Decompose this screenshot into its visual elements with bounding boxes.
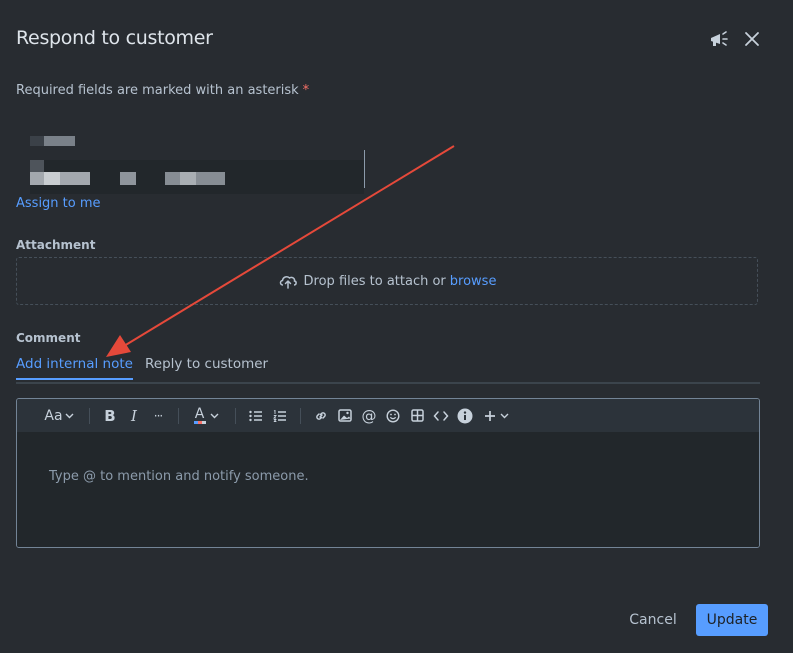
bullet-list-button[interactable]	[247, 399, 265, 432]
toolbar-divider	[178, 408, 179, 424]
required-asterisk: *	[302, 83, 310, 98]
megaphone-icon[interactable]	[708, 28, 730, 50]
code-snippet-button[interactable]	[431, 399, 451, 432]
link-icon	[316, 411, 326, 420]
redacted-pixel	[120, 172, 136, 185]
browse-link[interactable]: browse	[450, 274, 497, 289]
editor-placeholder: Type @ to mention and notify someone.	[49, 469, 309, 484]
table-icon	[410, 409, 424, 422]
info-panel-button[interactable]	[455, 399, 475, 432]
comment-tabs: Add internal note Reply to customer	[16, 356, 760, 384]
comment-label: Comment	[16, 331, 81, 345]
numbered-list-icon	[273, 409, 286, 422]
color-swatch	[193, 420, 206, 424]
text-color-icon: A	[193, 405, 206, 424]
plus-icon	[484, 410, 495, 421]
cloud-upload-icon	[278, 272, 298, 290]
chevron-down-icon	[210, 413, 218, 418]
close-icon[interactable]	[741, 28, 763, 50]
insert-more-dropdown[interactable]	[481, 399, 511, 432]
toolbar-divider	[235, 408, 236, 424]
field-border-edge	[364, 150, 365, 188]
comment-textarea[interactable]: Type @ to mention and notify someone.	[17, 433, 759, 547]
text-color-dropdown[interactable]: A	[191, 399, 221, 432]
annotation-arrow-head	[106, 335, 131, 357]
chevron-down-icon	[65, 413, 74, 418]
more-icon: ···	[153, 408, 164, 423]
info-icon	[457, 408, 473, 423]
assign-to-me-link[interactable]: Assign to me	[16, 196, 101, 211]
text-style-dropdown[interactable]: Aa	[43, 399, 75, 432]
dropzone-text: Drop files to attach or	[303, 273, 446, 289]
cancel-button[interactable]: Cancel	[618, 604, 688, 636]
bullet-list-icon	[249, 410, 262, 421]
tab-reply-to-customer[interactable]: Reply to customer	[145, 356, 268, 378]
toolbar-divider	[89, 408, 90, 424]
chevron-down-icon	[500, 413, 508, 418]
redacted-pixel	[30, 172, 90, 185]
attachment-dropzone[interactable]: Drop files to attach or browse	[16, 257, 758, 305]
redacted-pixel	[180, 172, 196, 185]
toolbar-divider	[300, 408, 301, 424]
redacted-pixel	[44, 172, 60, 185]
editor-toolbar: Aa B I ··· A @	[17, 399, 759, 433]
insert-link-button[interactable]	[311, 399, 331, 432]
tab-add-internal-note[interactable]: Add internal note	[16, 356, 133, 380]
italic-button[interactable]: I	[125, 399, 143, 432]
italic-icon: I	[131, 406, 137, 425]
code-icon	[433, 410, 449, 421]
redacted-pixel	[44, 136, 75, 146]
insert-table-button[interactable]	[407, 399, 427, 432]
emoji-icon	[386, 408, 400, 423]
redacted-pixel	[30, 160, 44, 172]
at-sign-icon: @	[361, 406, 377, 425]
dialog-title: Respond to customer	[16, 27, 213, 49]
comment-editor: Aa B I ··· A @ Type @ to mention and not…	[16, 398, 760, 548]
required-fields-note: Required fields are marked with an aster…	[16, 83, 310, 98]
bold-icon: B	[104, 406, 116, 425]
emoji-button[interactable]	[383, 399, 403, 432]
redacted-pixel	[30, 136, 44, 146]
mention-button[interactable]: @	[359, 399, 379, 432]
attachment-label: Attachment	[16, 238, 96, 252]
text-style-icon: Aa	[44, 407, 63, 424]
numbered-list-button[interactable]	[271, 399, 289, 432]
insert-image-button[interactable]	[335, 399, 355, 432]
more-formatting-button[interactable]: ···	[148, 399, 168, 432]
image-icon	[338, 409, 352, 422]
bold-button[interactable]: B	[101, 399, 119, 432]
update-button[interactable]: Update	[696, 604, 768, 636]
